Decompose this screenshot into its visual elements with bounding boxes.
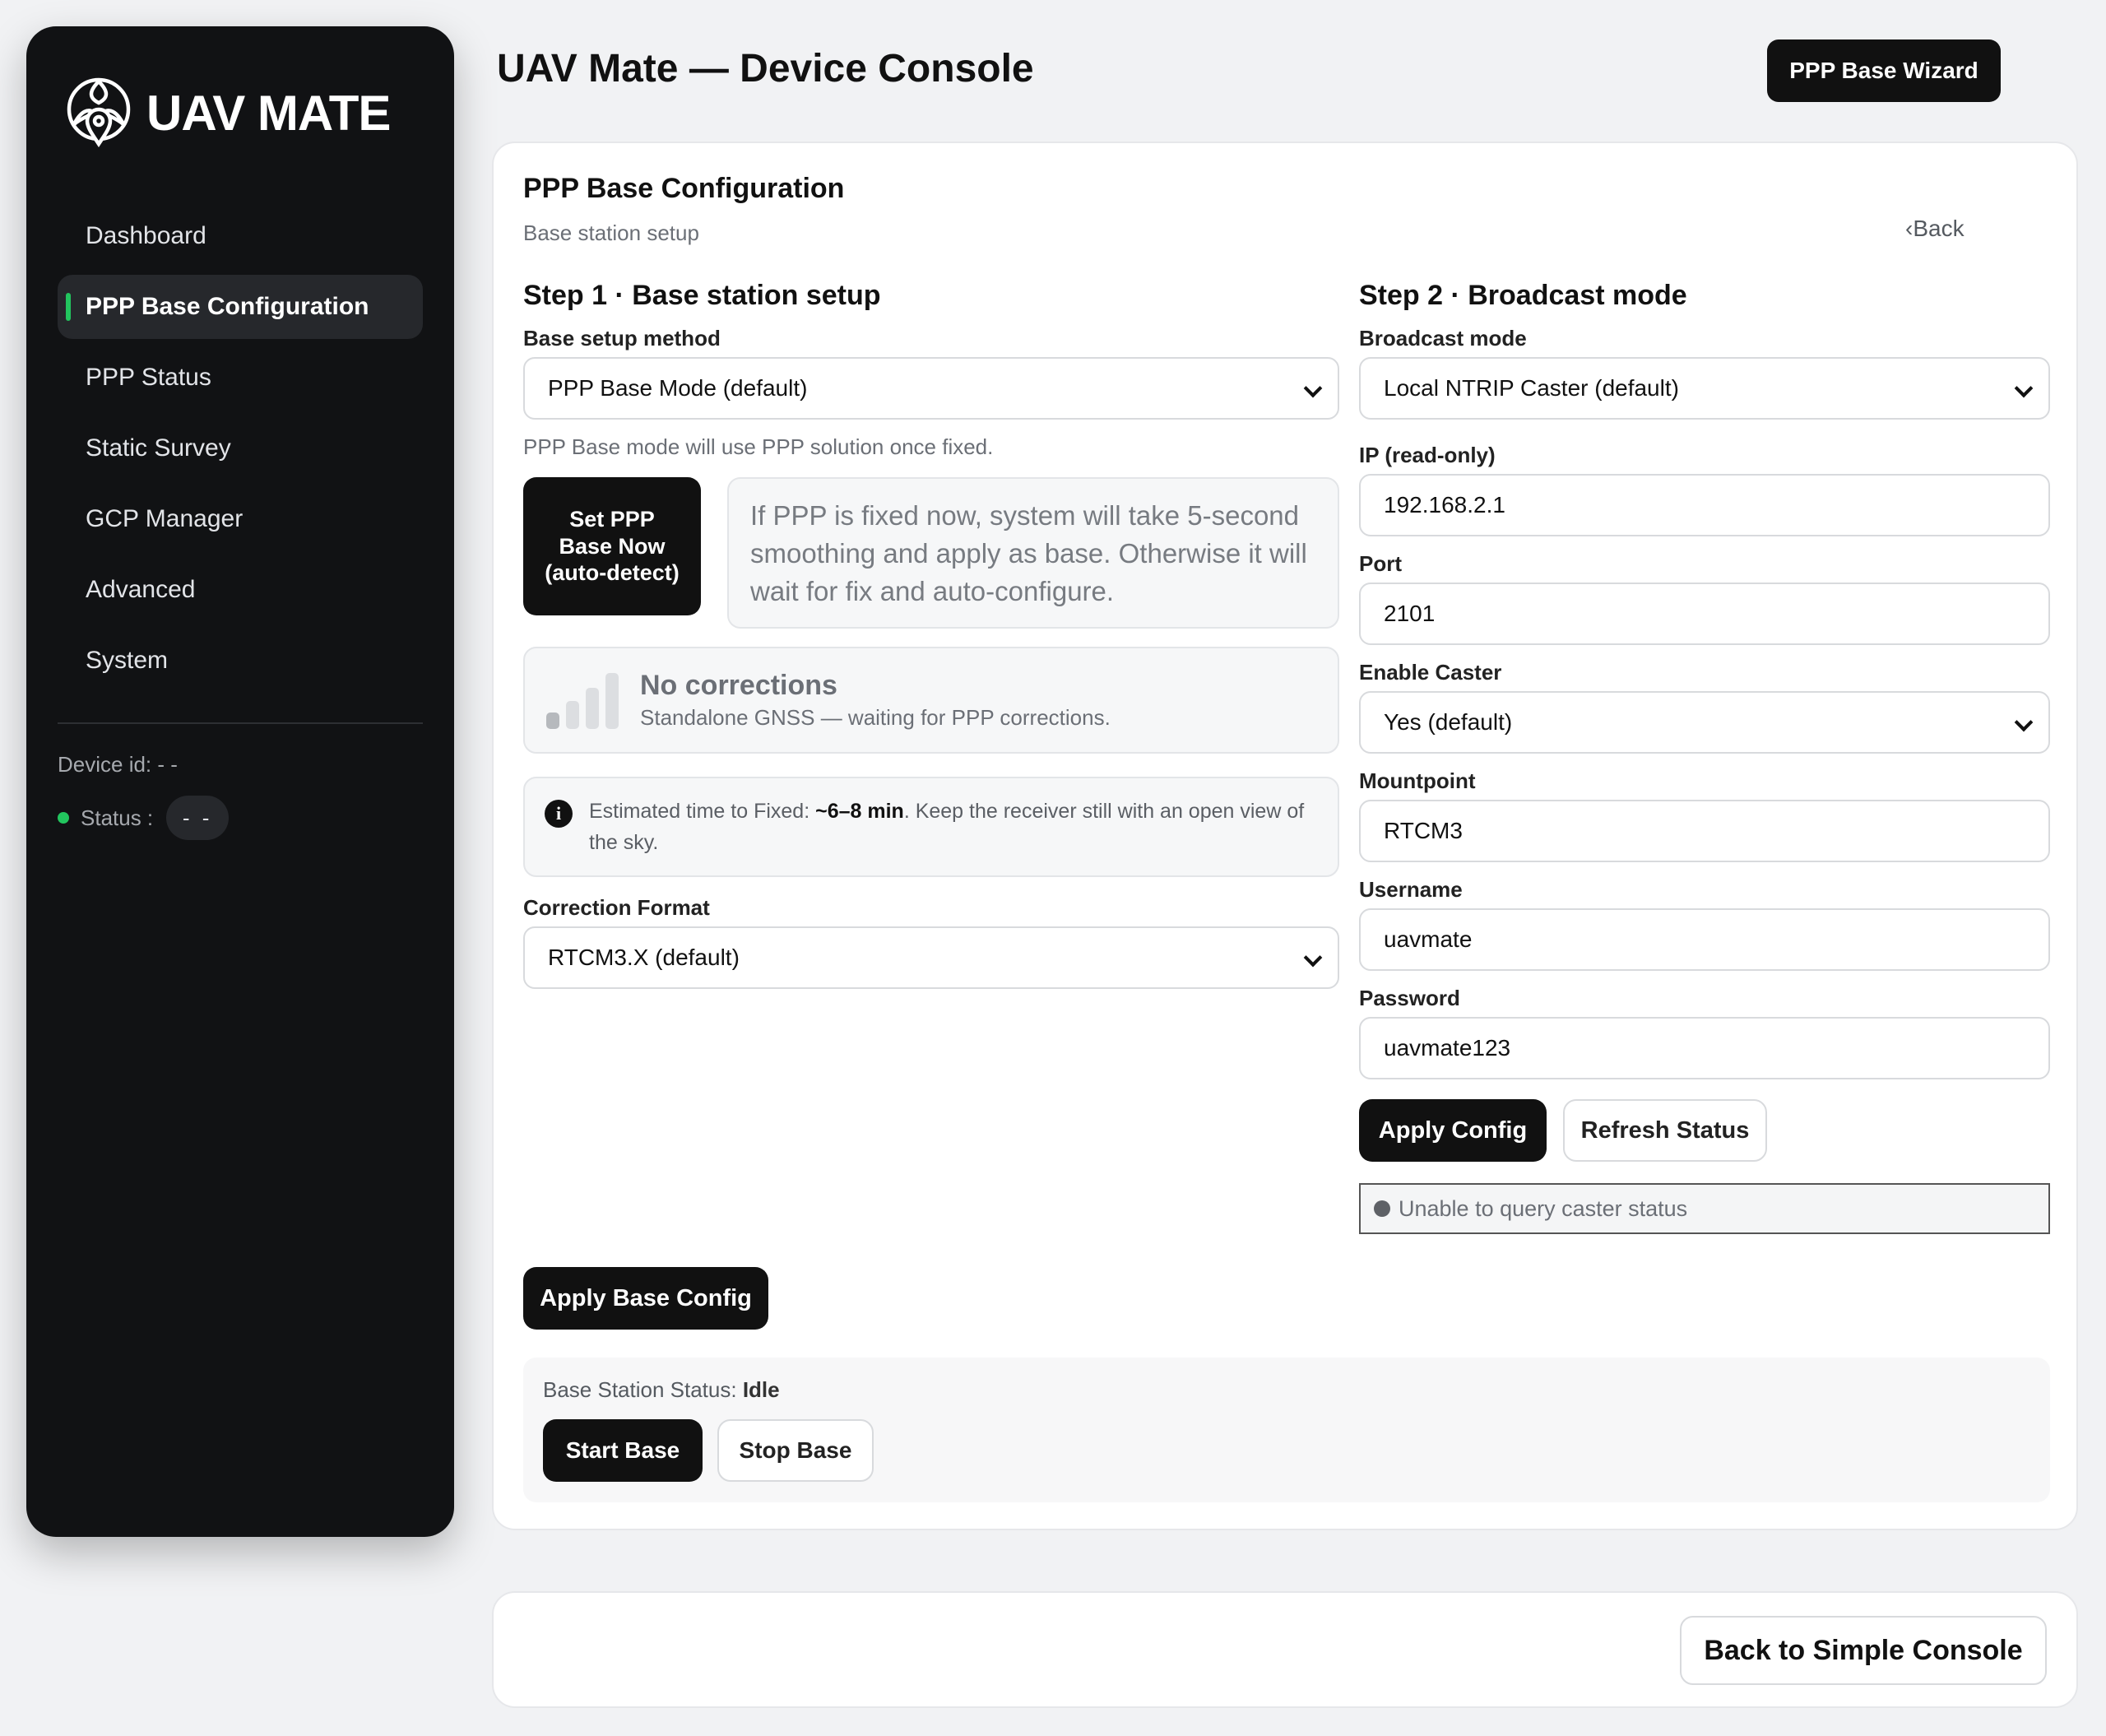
set-ppp-info: If PPP is fixed now, system will take 5-…: [727, 477, 1339, 629]
footer-card: Back to Simple Console: [492, 1591, 2078, 1708]
sidebar-item-ppp-base-configuration[interactable]: PPP Base Configuration: [58, 275, 423, 339]
back-link-label: Back: [1913, 216, 1965, 241]
base-method-select[interactable]: PPP Base Mode (default): [523, 357, 1339, 420]
device-status: Status : - -: [58, 796, 423, 840]
username-field[interactable]: uavmate: [1359, 908, 2050, 971]
sidebar-item-system[interactable]: System: [58, 629, 423, 693]
set-ppp-base-button[interactable]: Set PPP Base Now (auto-detect): [523, 477, 701, 615]
sidebar-item-gcp-manager[interactable]: GCP Manager: [58, 487, 423, 551]
password-field[interactable]: uavmate123: [1359, 1017, 2050, 1079]
apply-base-config-button[interactable]: Apply Base Config: [523, 1267, 768, 1330]
ppp-base-config-card: PPP Base Configuration Base station setu…: [492, 142, 2078, 1530]
port-value: 2101: [1384, 601, 1436, 626]
corrections-subtitle: Standalone GNSS — waiting for PPP correc…: [640, 705, 1111, 730]
broadcast-mode-label: Broadcast mode: [1359, 326, 1527, 350]
username-value: uavmate: [1384, 926, 1473, 952]
base-station-status: Base Station Status: Idle: [543, 1377, 2030, 1403]
caster-status-text: Unable to query caster status: [1399, 1195, 1688, 1221]
status-label: Status :: [81, 805, 154, 830]
base-actions: Start Base Stop Base: [543, 1419, 2030, 1482]
set-ppp-row: Set PPP Base Now (auto-detect) If PPP is…: [523, 477, 1339, 629]
start-base-button[interactable]: Start Base: [543, 1419, 703, 1482]
mountpoint-value: RTCM3: [1384, 818, 1463, 843]
brand-logo[interactable]: UAV MATE: [64, 67, 423, 158]
sidebar-item-dashboard[interactable]: Dashboard: [58, 204, 423, 268]
correction-format-value: RTCM3.X (default): [548, 945, 740, 970]
base-method-value: PPP Base Mode (default): [548, 375, 808, 401]
enable-caster-value: Yes (default): [1384, 709, 1513, 735]
chevron-left-icon: ‹: [1905, 216, 1913, 241]
estimate-value: ~6–8 min: [815, 800, 904, 823]
password-value: uavmate123: [1384, 1035, 1511, 1061]
sidebar-nav: Dashboard PPP Base Configuration PPP Sta…: [58, 204, 423, 693]
sidebar: UAV MATE Dashboard PPP Base Configuratio…: [26, 26, 454, 1537]
back-link[interactable]: ‹Back: [1905, 216, 1965, 242]
corrections-status: No corrections Standalone GNSS — waiting…: [523, 647, 1339, 754]
correction-format-label: Correction Format: [523, 895, 710, 920]
username-label: Username: [1359, 877, 1463, 902]
page-title: UAV Mate — Device Console: [497, 47, 1034, 91]
sidebar-divider: [58, 722, 423, 724]
password-label: Password: [1359, 986, 1460, 1010]
status-dot-icon: [1374, 1200, 1390, 1217]
port-field[interactable]: 2101: [1359, 583, 2050, 645]
port-label: Port: [1359, 551, 1402, 576]
step1-column: Step 1 · Base station setup Base setup m…: [523, 272, 1339, 989]
stop-base-button[interactable]: Stop Base: [717, 1419, 874, 1482]
base-status-value: Idle: [742, 1377, 780, 1402]
sidebar-item-advanced[interactable]: Advanced: [58, 558, 423, 622]
base-method-hint: PPP Base mode will use PPP solution once…: [523, 434, 994, 459]
brand-name: UAV MATE: [146, 85, 391, 141]
estimate-box: i Estimated time to Fixed: ~6–8 min. Kee…: [523, 777, 1339, 877]
sidebar-item-static-survey[interactable]: Static Survey: [58, 416, 423, 480]
step1-title: Step 1 · Base station setup: [523, 280, 881, 311]
refresh-status-button[interactable]: Refresh Status: [1563, 1099, 1767, 1162]
device-meta: Device id: - - Status : - -: [58, 752, 423, 840]
status-badge: - -: [166, 796, 230, 840]
estimate-prefix: Estimated time to Fixed:: [589, 800, 816, 823]
device-id: Device id: - -: [58, 752, 178, 777]
broadcast-mode-value: Local NTRIP Caster (default): [1384, 375, 1679, 401]
correction-format-select[interactable]: RTCM3.X (default): [523, 926, 1339, 989]
back-to-simple-console-button[interactable]: Back to Simple Console: [1680, 1616, 2047, 1685]
enable-caster-select[interactable]: Yes (default): [1359, 691, 2050, 754]
corrections-title: No corrections: [640, 670, 837, 701]
mountpoint-field[interactable]: RTCM3: [1359, 800, 2050, 862]
step2-column: Step 2 · Broadcast mode Broadcast mode L…: [1359, 272, 2050, 1234]
broadcast-mode-select[interactable]: Local NTRIP Caster (default): [1359, 357, 2050, 420]
base-method-label: Base setup method: [523, 326, 721, 350]
drone-location-icon: [64, 75, 133, 151]
ppp-base-wizard-button[interactable]: PPP Base Wizard: [1767, 39, 2001, 102]
ip-field[interactable]: 192.168.2.1: [1359, 474, 2050, 536]
card-subtitle: Base station setup: [523, 220, 699, 245]
base-status-prefix: Base Station Status:: [543, 1377, 743, 1402]
ip-value: 192.168.2.1: [1384, 492, 1505, 518]
info-icon: i: [545, 800, 573, 828]
status-dot-icon: [58, 812, 69, 824]
caster-actions: Apply Config Refresh Status: [1359, 1099, 2050, 1162]
ip-label: IP (read-only): [1359, 443, 1496, 467]
signal-bars-icon: [546, 671, 619, 729]
step2-title: Step 2 · Broadcast mode: [1359, 280, 1687, 311]
card-title: PPP Base Configuration: [523, 173, 845, 204]
estimate-text: Estimated time to Fixed: ~6–8 min. Keep …: [589, 796, 1318, 875]
caster-status: Unable to query caster status: [1359, 1183, 2050, 1234]
apply-config-button[interactable]: Apply Config: [1359, 1099, 1547, 1162]
enable-caster-label: Enable Caster: [1359, 660, 1502, 685]
base-status-panel: Base Station Status: Idle Start Base Sto…: [523, 1358, 2050, 1502]
sidebar-item-ppp-status[interactable]: PPP Status: [58, 346, 423, 410]
mountpoint-label: Mountpoint: [1359, 768, 1476, 793]
